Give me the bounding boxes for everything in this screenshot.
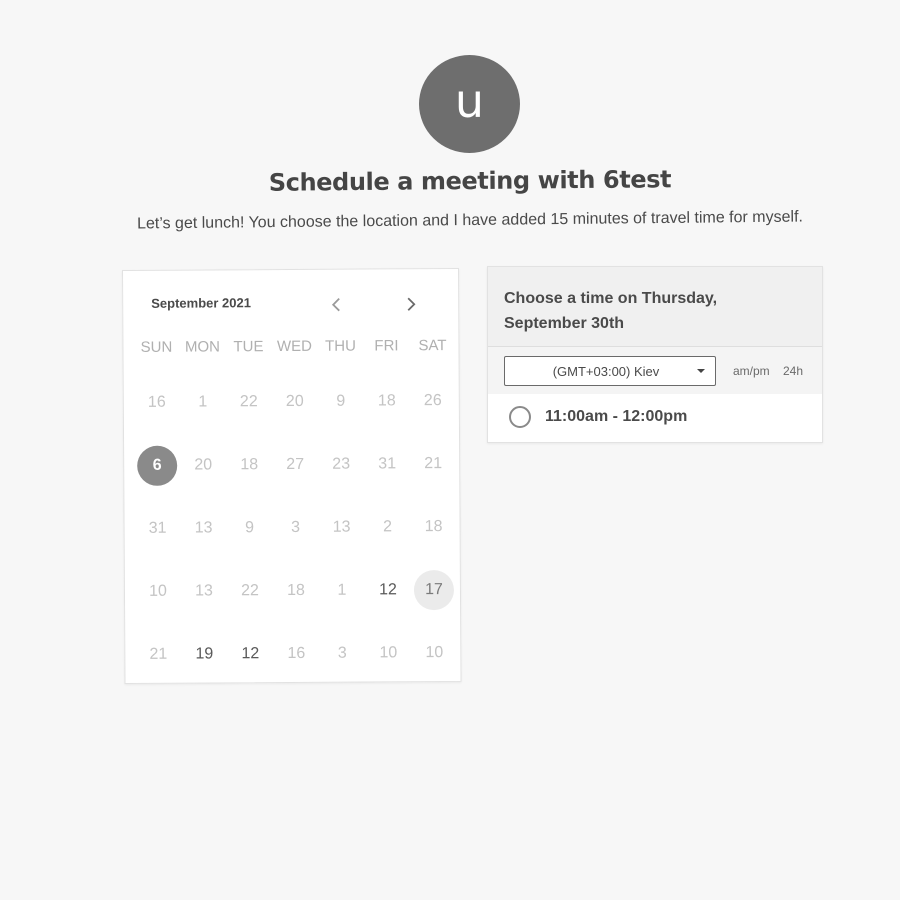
timezone-select[interactable]: (GMT+03:00) Kiev [504,356,716,386]
calendar-day: 10 [149,582,167,600]
calendar-day-available[interactable]: 19 [181,622,227,685]
weekday-label: TUE [233,338,264,356]
ampm-format-toggle[interactable]: am/pm [733,364,770,378]
calendar-card: September 2021 SUN MON TUE WED THU FRI S… [122,267,462,686]
calendar-day: 1 [337,581,347,599]
weekday-label: FRI [374,337,399,355]
page-description: Let’s get lunch! You choose the location… [136,208,804,233]
calendar-day: 22 [241,581,259,599]
calendar-day: 31 [378,454,397,472]
calendar-day: 22 [239,392,258,410]
calendar-day: 10 [379,643,398,661]
24h-format-toggle[interactable]: 24h [783,364,803,378]
weekday-label: THU [324,337,356,355]
calendar-day: 16 [147,393,166,411]
calendar-day: 20 [285,392,304,410]
time-heading-line: September 30th [504,315,625,332]
radio-button[interactable] [509,406,531,428]
calendar-day: 31 [148,519,167,537]
scheduling-page: u Schedule a meeting with 6test Let’s ge… [0,0,900,900]
time-heading-line: Choose a time on Thursday, [504,290,718,307]
calendar-day-today[interactable]: 17 [411,558,457,621]
calendar-day: 18 [424,517,443,535]
calendar-month-label: September 2021 [151,295,251,311]
calendar-day: 16 [287,644,306,662]
calendar-day-available[interactable]: 12 [227,622,273,685]
calendar-day: 3 [337,644,347,662]
calendar-day: 10 [425,643,444,661]
calendar-day: 13 [332,518,351,536]
calendar-day: 3 [291,518,301,536]
time-panel-heading: Choose a time on Thursday, September 30t… [488,267,822,347]
avatar-letter: u [454,74,485,128]
calendar-day-grid: 16 1 22 20 9 18 26 6 20 18 27 23 31 21 3… [134,369,458,686]
chevron-right-icon [407,297,416,311]
calendar-day: 21 [149,645,168,663]
calendar-day: 23 [332,455,351,473]
avatar: u [419,55,520,153]
timezone-value: (GMT+03:00) Kiev [552,363,660,379]
calendar-day: 26 [423,391,442,409]
calendar-day: 9 [245,518,255,536]
calendar-day: 13 [195,581,213,600]
prev-month-button[interactable] [325,294,347,316]
calendar-day: 20 [194,455,213,474]
page-title: Schedule a meeting with 6test [268,165,672,197]
time-slot-option[interactable]: 11:00am - 12:00pm [509,406,687,428]
timezone-row: (GMT+03:00) Kiev am/pm 24h [488,347,822,394]
calendar-day: 13 [194,518,213,537]
calendar-day: 18 [286,581,305,599]
calendar-day-available[interactable]: 12 [365,558,411,621]
chevron-left-icon [331,298,340,312]
calendar-day-selected[interactable]: 6 [134,434,180,497]
time-slot-label: 11:00am - 12:00pm [545,408,688,425]
weekday-label: WED [276,337,313,356]
weekday-label: SAT [418,337,447,355]
caret-down-icon [697,369,705,373]
calendar-day: 9 [336,392,346,410]
weekday-header: SUN MON TUE WED THU FRI SAT [133,337,455,356]
calendar-day: 27 [286,455,305,473]
weekday-label: MON [184,338,221,356]
calendar-day: 21 [424,454,443,472]
calendar-day: 1 [198,392,208,411]
calendar-day: 18 [240,455,259,473]
calendar-day: 18 [377,391,396,409]
next-month-button[interactable] [400,293,422,315]
weekday-label: SUN [140,338,173,356]
calendar-day: 2 [383,517,393,535]
